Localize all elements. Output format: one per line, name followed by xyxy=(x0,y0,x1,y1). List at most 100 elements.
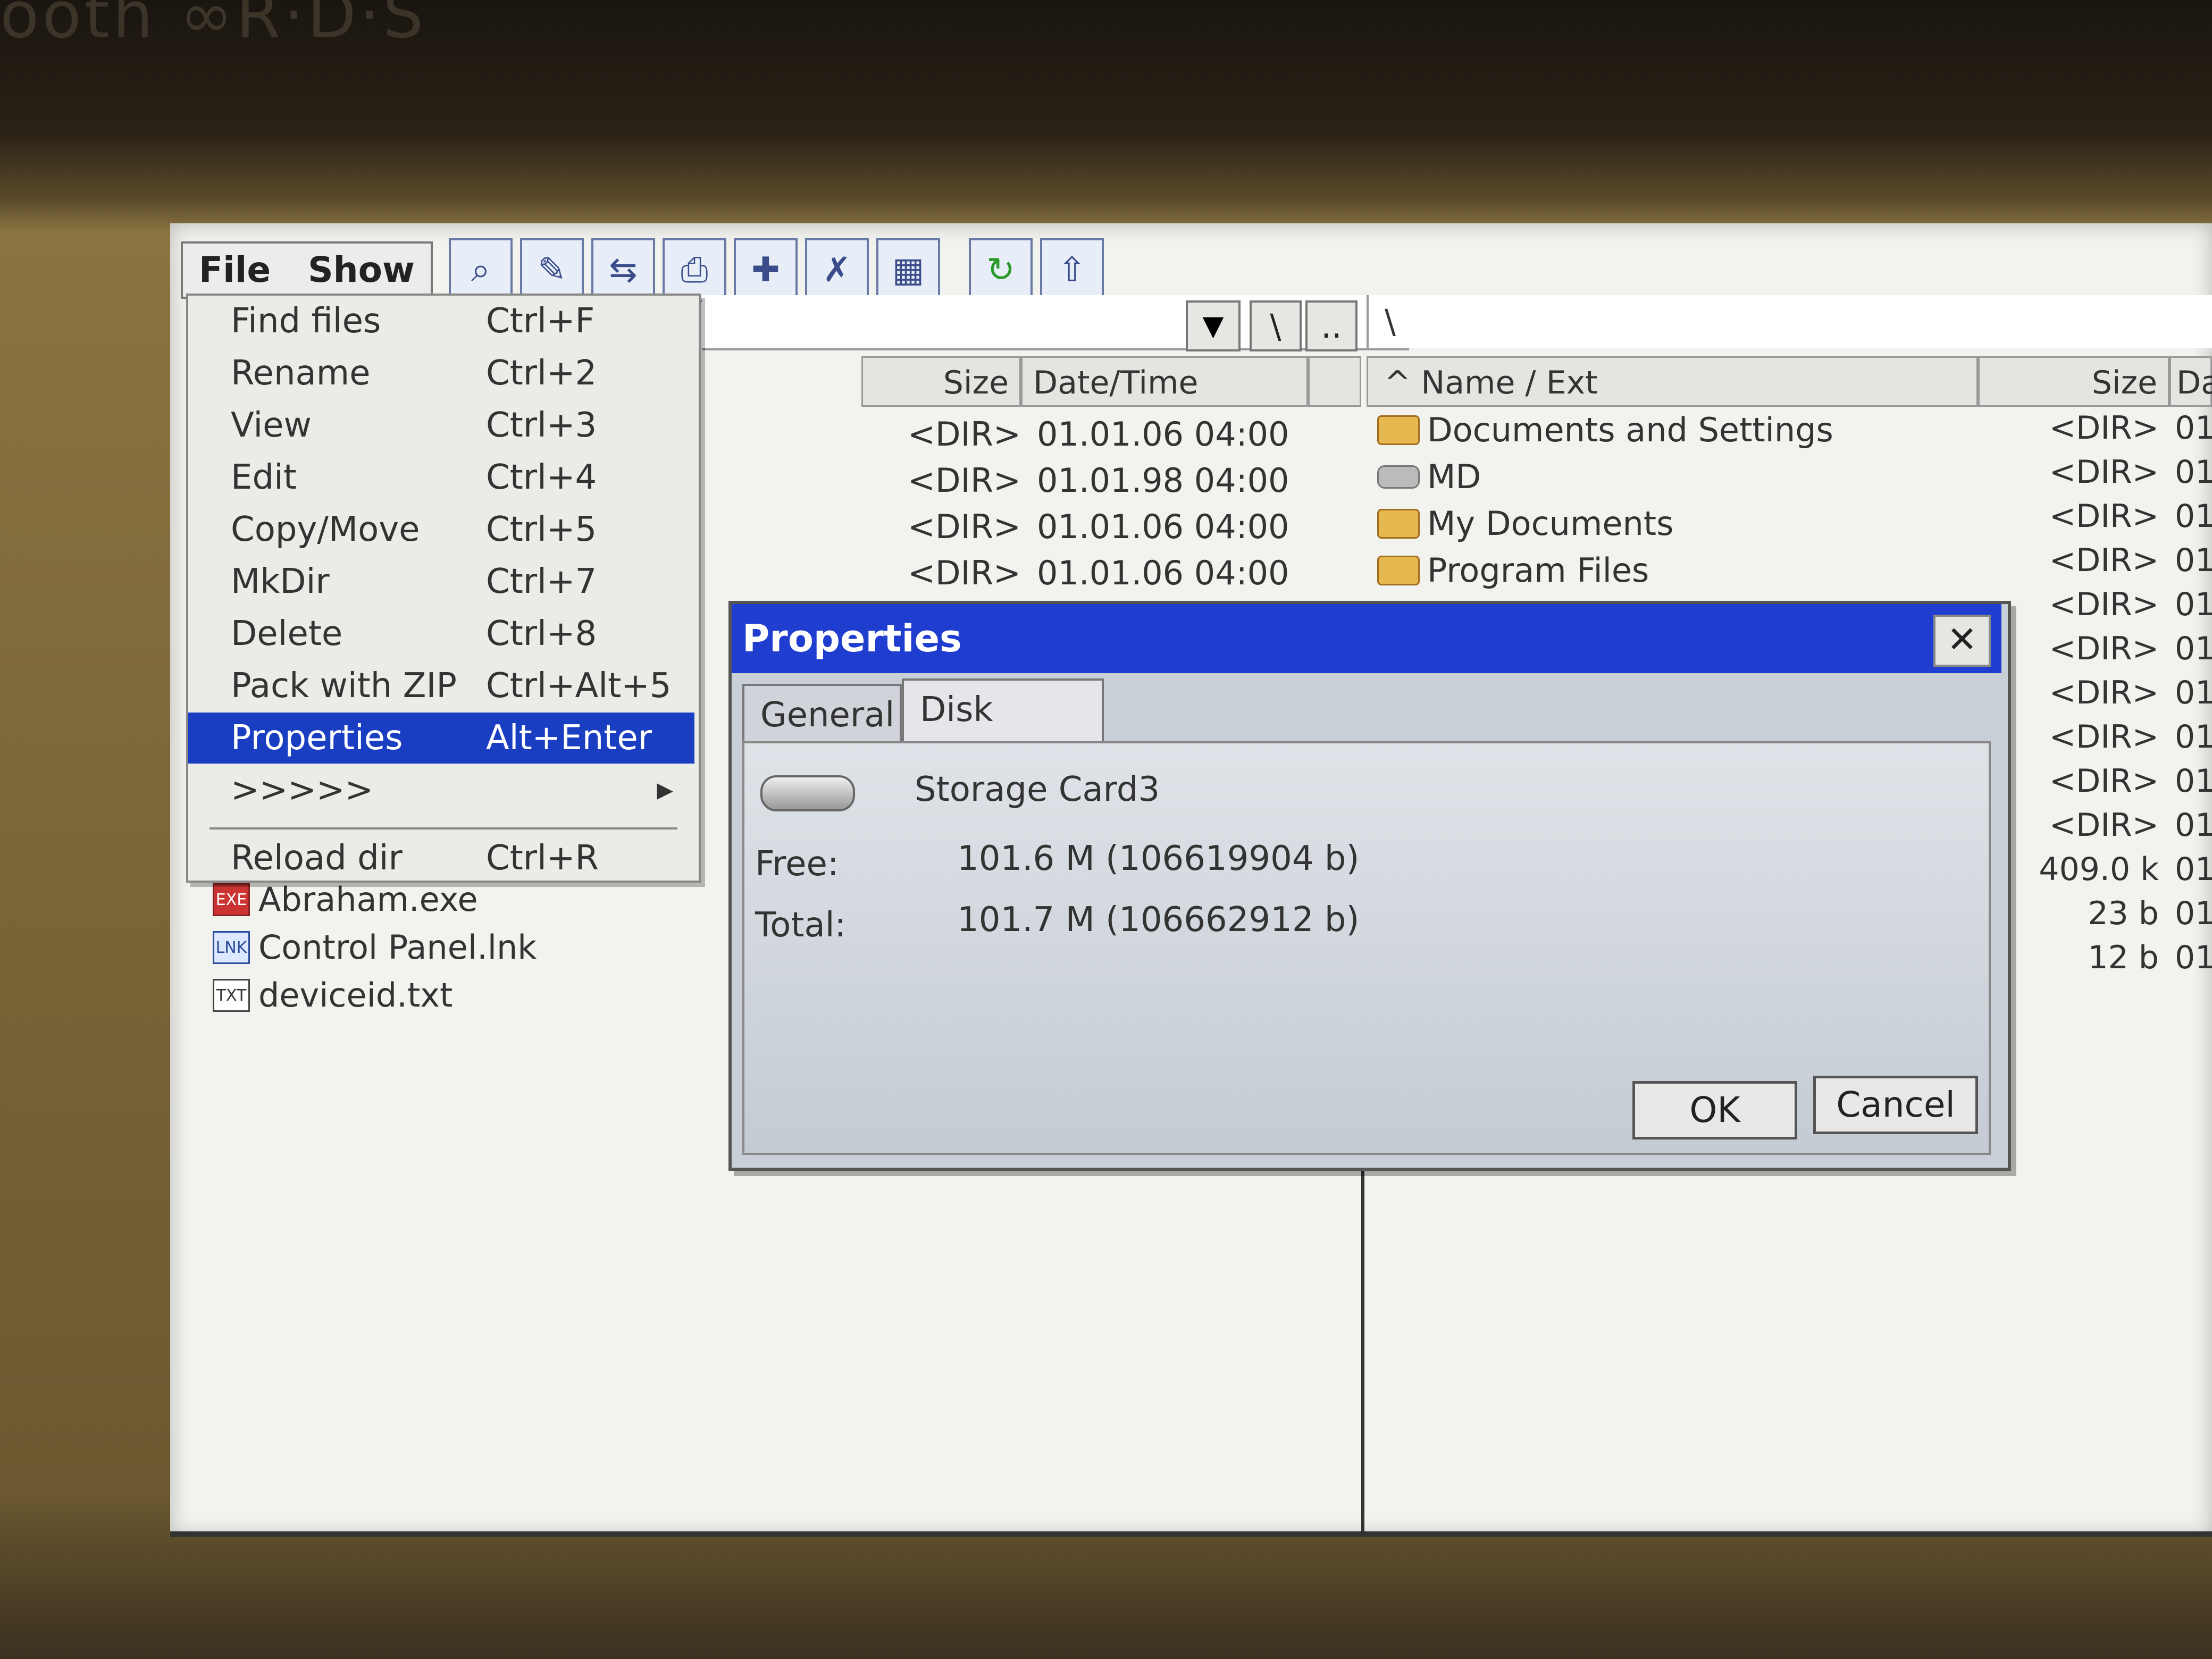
refresh-icon[interactable]: ↻ xyxy=(968,238,1033,302)
menu-item-label: Edit xyxy=(231,458,297,497)
properties-dialog: Properties ✕ General Disk space Storage … xyxy=(728,601,2011,1171)
row-name: Documents and Settings xyxy=(1427,410,1833,449)
tab-general[interactable]: General xyxy=(742,684,902,742)
left-row-date: 01.01.06 04:00 xyxy=(1037,554,1289,592)
row-size: <DIR> xyxy=(2049,454,2159,491)
drive-icon xyxy=(1377,465,1420,489)
row-size: <DIR> xyxy=(2049,718,2159,756)
row-date: 01 xyxy=(2175,718,2212,756)
row-size: 23 b xyxy=(2088,895,2159,932)
menu-item-find-files[interactable]: Find files Ctrl+F xyxy=(188,296,694,347)
left-row-size: <DIR> xyxy=(907,415,1021,454)
menu-item-reload[interactable]: Reload dir Ctrl+R xyxy=(188,833,694,884)
file-name: deviceid.txt xyxy=(258,976,453,1015)
right-col-date[interactable]: Da xyxy=(2169,356,2212,407)
print-icon[interactable]: ⎙ xyxy=(662,238,726,302)
list-item[interactable]: TXT deviceid.txt xyxy=(213,976,453,1015)
folder-icon xyxy=(1377,415,1420,445)
menu-item-shortcut: Ctrl+7 xyxy=(486,562,597,601)
list-item[interactable]: LNK Control Panel.lnk xyxy=(213,928,537,967)
menu-item-mkdir[interactable]: MkDir Ctrl+7 xyxy=(188,556,694,607)
folder-icon xyxy=(1377,508,1420,539)
chevron-down-icon[interactable]: ▼ xyxy=(1186,300,1241,351)
row-size: 12 b xyxy=(2088,939,2159,976)
row-size: <DIR> xyxy=(2049,586,2159,623)
row-date: 01 xyxy=(2175,763,2212,800)
menu-item-delete[interactable]: Delete Ctrl+8 xyxy=(188,608,694,659)
row-size: <DIR> xyxy=(2049,674,2159,711)
dialog-titlebar[interactable]: Properties ✕ xyxy=(732,604,2001,673)
toolbar: ⌕ ✎ ⇆ ⎙ ✚ ✗ ▦ ↻ ⇧ xyxy=(448,238,1111,302)
row-size: <DIR> xyxy=(2049,409,2159,447)
left-row-size: <DIR> xyxy=(907,554,1021,592)
table-row[interactable]: My Documents xyxy=(1377,504,1673,543)
panel-divider[interactable] xyxy=(1361,1127,1364,1537)
menu-item-label: Find files xyxy=(231,301,381,341)
right-col-name[interactable]: ^ Name / Ext xyxy=(1367,356,1978,407)
right-path-bar[interactable]: \ xyxy=(1367,295,2212,348)
copy-icon[interactable]: ⇆ xyxy=(591,238,655,302)
row-size: <DIR> xyxy=(2049,630,2159,667)
left-col-extra[interactable] xyxy=(1308,356,1361,407)
row-date: 01 xyxy=(2175,674,2212,711)
ok-button[interactable]: OK xyxy=(1632,1081,1797,1139)
row-name: My Documents xyxy=(1427,504,1674,543)
row-size: 409.0 k xyxy=(2039,851,2159,888)
storage-card-icon xyxy=(760,775,855,811)
file-name: Abraham.exe xyxy=(258,880,478,919)
menu-item-properties[interactable]: Properties Alt+Enter xyxy=(188,713,694,764)
grid-icon[interactable]: ▦ xyxy=(876,238,940,302)
menu-item-more[interactable]: >>>>> ▶ xyxy=(188,765,694,816)
menu-item-shortcut: Ctrl+F xyxy=(486,301,595,341)
left-row-size: <DIR> xyxy=(907,461,1021,500)
exe-file-icon: EXE xyxy=(213,883,250,916)
menu-item-pack-zip[interactable]: Pack with ZIP Ctrl+Alt+5 xyxy=(188,660,694,711)
menu-item-label: Copy/Move xyxy=(231,510,420,549)
table-row[interactable]: Program Files xyxy=(1377,551,1649,590)
left-row-size: <DIR> xyxy=(907,507,1021,546)
menu-item-shortcut: Alt+Enter xyxy=(486,718,652,758)
menu-separator xyxy=(210,827,677,830)
left-col-size[interactable]: Size xyxy=(861,356,1021,407)
menu-file[interactable]: File xyxy=(199,249,271,290)
menu-item-shortcut: Ctrl+R xyxy=(486,839,599,878)
file-menu: Find files Ctrl+F Rename Ctrl+2 View Ctr… xyxy=(186,294,701,883)
row-date: 01 xyxy=(2175,542,2212,579)
tab-panel: Storage Card3 Free: 101.6 M (106619904 b… xyxy=(742,741,1991,1155)
left-path-bar[interactable] xyxy=(702,295,1409,350)
row-name: MD xyxy=(1427,457,1481,496)
row-size: <DIR> xyxy=(2049,763,2159,800)
menu-item-shortcut: Ctrl+2 xyxy=(486,354,597,393)
row-size: <DIR> xyxy=(2049,498,2159,535)
find-icon[interactable]: ⌕ xyxy=(448,238,513,302)
menu-item-rename[interactable]: Rename Ctrl+2 xyxy=(188,348,694,399)
cancel-button[interactable]: Cancel xyxy=(1813,1076,1978,1134)
screen-bottom-edge xyxy=(170,1531,2212,1537)
view-icon[interactable]: ✎ xyxy=(520,238,584,302)
root-dir-button[interactable]: \ xyxy=(1250,300,1302,351)
right-col-size[interactable]: Size xyxy=(1978,356,2169,407)
table-row[interactable]: Documents and Settings xyxy=(1377,410,1833,449)
parent-dir-button[interactable]: .. xyxy=(1305,300,1358,351)
total-value: 101.7 M (106662912 b) xyxy=(957,900,1360,940)
menu-item-view[interactable]: View Ctrl+3 xyxy=(188,400,694,451)
menu-item-copy-move[interactable]: Copy/Move Ctrl+5 xyxy=(188,504,694,555)
left-row-date: 01.01.06 04:00 xyxy=(1037,507,1289,546)
properties-icon[interactable]: ⇧ xyxy=(1040,238,1104,302)
newfolder-icon[interactable]: ✚ xyxy=(733,238,798,302)
tab-disk-space[interactable]: Disk space xyxy=(902,678,1104,788)
left-col-datetime[interactable]: Date/Time xyxy=(1021,356,1308,407)
menu-show[interactable]: Show xyxy=(308,249,415,290)
delete-icon[interactable]: ✗ xyxy=(805,238,869,302)
close-icon[interactable]: ✕ xyxy=(1933,615,1991,667)
menu-item-shortcut: Ctrl+3 xyxy=(486,406,597,445)
row-date: 01 xyxy=(2175,807,2212,844)
menu-item-edit[interactable]: Edit Ctrl+4 xyxy=(188,452,694,503)
menu-item-shortcut: Ctrl+4 xyxy=(486,458,597,497)
drive-name: Storage Card3 xyxy=(915,770,1160,809)
list-item[interactable]: EXE Abraham.exe xyxy=(213,880,478,919)
total-label: Total: xyxy=(755,906,847,945)
left-row-date: 01.01.06 04:00 xyxy=(1037,415,1289,454)
row-date: 01 xyxy=(2175,630,2212,667)
table-row[interactable]: MD xyxy=(1377,457,1481,496)
